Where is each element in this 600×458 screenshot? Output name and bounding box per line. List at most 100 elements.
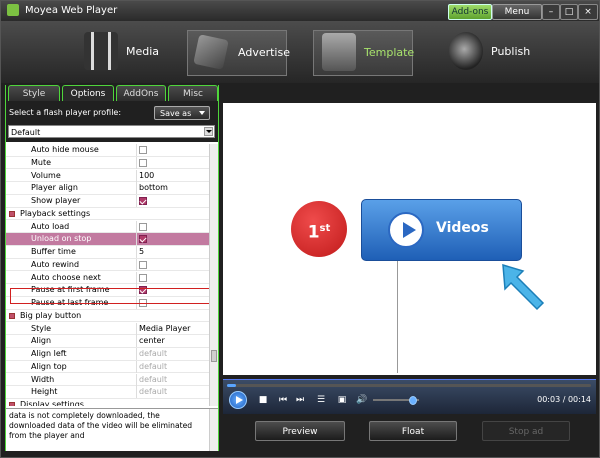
- property-category[interactable]: Big play button: [6, 310, 209, 323]
- collapse-toggle-icon[interactable]: [9, 312, 15, 319]
- tab-options[interactable]: Options: [62, 85, 114, 101]
- property-row[interactable]: Mute: [6, 156, 209, 170]
- toolbar-advertise-button[interactable]: Advertise: [187, 30, 290, 76]
- volume-icon[interactable]: 🔊: [356, 394, 368, 406]
- tab-misc[interactable]: Misc: [168, 85, 218, 101]
- next-icon[interactable]: ⏭: [294, 394, 306, 406]
- preview-button[interactable]: Preview: [255, 421, 345, 441]
- menu-button[interactable]: Menu: [492, 4, 542, 20]
- collapse-toggle-icon[interactable]: [9, 210, 15, 217]
- column-divider: [136, 246, 137, 258]
- close-button[interactable]: ×: [578, 4, 598, 20]
- toolbar-publish-button[interactable]: Publish: [441, 30, 541, 74]
- property-value[interactable]: Media Player: [139, 323, 190, 335]
- cursor-arrow-icon: [502, 263, 545, 311]
- column-divider: [136, 258, 137, 271]
- property-row[interactable]: Align left default: [6, 348, 209, 361]
- property-category[interactable]: Display settings: [6, 399, 209, 406]
- dropdown-arrow-icon[interactable]: [204, 127, 213, 136]
- settings-panel: Style Options AddOns Misc Select a flash…: [5, 85, 219, 451]
- property-row[interactable]: Auto choose next: [6, 271, 209, 285]
- previous-icon[interactable]: ⏮: [277, 394, 289, 406]
- toolbar-media-button[interactable]: Media: [76, 30, 181, 74]
- column-divider: [136, 169, 137, 182]
- scrollbar-thumb[interactable]: [211, 350, 217, 362]
- column-divider: [136, 348, 137, 360]
- float-button[interactable]: Float: [369, 421, 457, 441]
- property-checkbox[interactable]: [139, 197, 147, 205]
- property-value[interactable]: default: [139, 386, 167, 398]
- stop-icon[interactable]: ■: [257, 394, 269, 406]
- seek-bar[interactable]: [227, 384, 591, 387]
- property-value[interactable]: default: [139, 348, 167, 360]
- property-value[interactable]: bottom: [139, 182, 168, 194]
- property-grid-scrollbar[interactable]: [209, 144, 218, 406]
- property-label: Buffer time: [31, 247, 76, 256]
- property-row[interactable]: Align center: [6, 335, 209, 348]
- property-checkbox[interactable]: [139, 260, 147, 269]
- toolbar-template-button[interactable]: Template: [313, 30, 414, 76]
- play-icon: [388, 212, 424, 248]
- property-value[interactable]: 100: [139, 170, 154, 182]
- time-display: 00:03 / 00:14: [537, 395, 591, 404]
- property-value[interactable]: 5: [139, 246, 144, 258]
- profile-select[interactable]: Default: [8, 125, 215, 138]
- videos-button[interactable]: Videos: [361, 199, 522, 261]
- property-value[interactable]: default: [139, 361, 167, 373]
- property-row[interactable]: Auto rewind: [6, 258, 209, 272]
- property-checkbox[interactable]: [139, 235, 147, 244]
- property-label: Auto rewind: [31, 259, 80, 269]
- property-row[interactable]: Auto load: [6, 220, 209, 234]
- settings-tabs: Style Options AddOns Misc: [6, 85, 218, 102]
- property-value[interactable]: center: [139, 335, 165, 347]
- save-as-button[interactable]: Save as: [154, 106, 210, 120]
- toolbar-advertise-label: Advertise: [238, 46, 290, 59]
- property-row[interactable]: Buffer time 5: [6, 246, 209, 259]
- app-logo-icon: [7, 4, 19, 16]
- property-row[interactable]: Auto hide mouse: [6, 144, 209, 157]
- property-row[interactable]: Volume 100: [6, 169, 209, 183]
- property-label: Auto choose next: [31, 272, 101, 282]
- first-badge: 1st: [291, 201, 347, 257]
- window-title: Moyea Web Player: [25, 5, 118, 16]
- collapse-toggle-icon[interactable]: [9, 402, 15, 406]
- property-checkbox[interactable]: [139, 273, 147, 282]
- addons-button[interactable]: Add-ons: [448, 4, 492, 20]
- column-divider: [136, 233, 137, 246]
- property-checkbox[interactable]: [139, 146, 147, 154]
- maximize-button[interactable]: □: [560, 4, 578, 20]
- property-row[interactable]: Align top default: [6, 360, 209, 374]
- property-row[interactable]: Width default: [6, 373, 209, 387]
- property-value[interactable]: default: [139, 374, 167, 386]
- property-label: Mute: [31, 157, 52, 167]
- play-button[interactable]: [229, 391, 247, 409]
- save-as-label: Save as: [160, 109, 192, 118]
- column-divider: [136, 195, 137, 207]
- volume-slider-knob[interactable]: [409, 396, 418, 405]
- stop-ad-button[interactable]: Stop ad: [482, 421, 570, 441]
- column-divider: [136, 373, 137, 386]
- property-category[interactable]: Playback settings: [6, 208, 209, 221]
- minimize-button[interactable]: –: [542, 4, 560, 20]
- property-row[interactable]: Unload on stop: [6, 233, 209, 246]
- property-description: data is not completely downloaded, the d…: [6, 408, 218, 451]
- description-scrollbar[interactable]: [209, 409, 218, 451]
- playlist-icon[interactable]: ☰: [315, 394, 327, 406]
- tab-addons[interactable]: AddOns: [116, 85, 166, 101]
- property-checkbox[interactable]: [139, 222, 147, 231]
- property-row[interactable]: Show player: [6, 195, 209, 208]
- seek-progress: [227, 384, 237, 387]
- template-icon: [322, 33, 356, 71]
- column-divider: [136, 360, 137, 373]
- property-row[interactable]: Height default: [6, 386, 209, 399]
- property-checkbox[interactable]: [139, 158, 147, 167]
- tab-style[interactable]: Style: [8, 85, 60, 101]
- property-label: Align: [31, 336, 52, 346]
- property-row[interactable]: Player align bottom: [6, 182, 209, 195]
- fullscreen-icon[interactable]: ▣: [336, 394, 348, 406]
- property-label: Big play button: [20, 310, 82, 320]
- selected-row-highlight: [10, 288, 210, 304]
- property-label: Unload on stop: [31, 234, 92, 244]
- property-row[interactable]: Style Media Player: [6, 322, 209, 336]
- property-label: Align top: [31, 361, 67, 371]
